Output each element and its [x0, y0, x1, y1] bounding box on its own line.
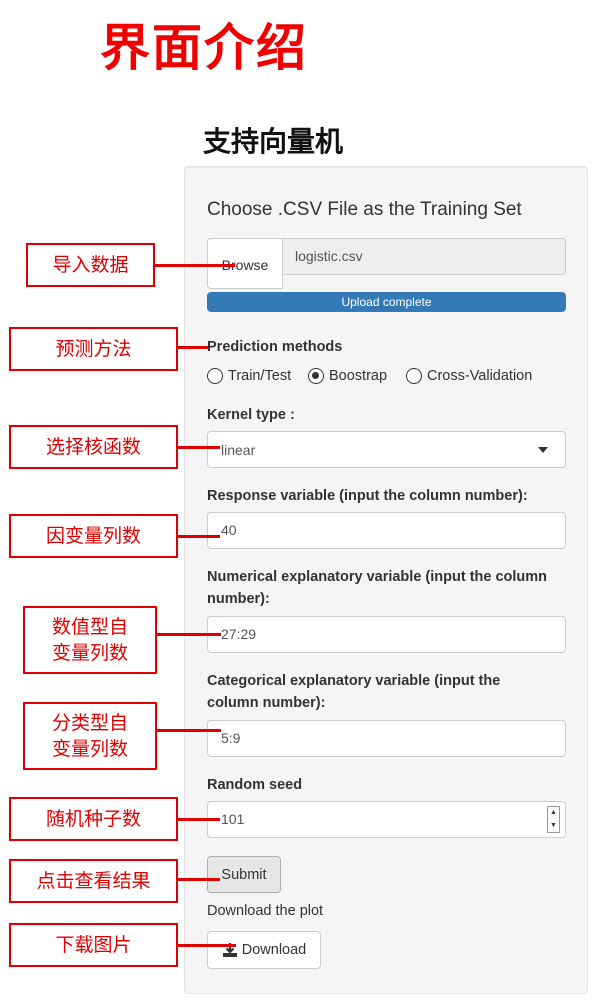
- kernel-label: Kernel type :: [207, 407, 295, 423]
- numerical-label-line2: number):: [207, 591, 270, 607]
- annotation-connector: [178, 446, 220, 449]
- submit-button[interactable]: Submit: [207, 856, 281, 893]
- spinner-up-icon[interactable]: ▲: [550, 807, 557, 819]
- number-spinner[interactable]: ▲ ▼: [547, 806, 560, 833]
- download-label: Download: [241, 942, 307, 958]
- annotation-connector: [157, 729, 221, 732]
- file-heading: Choose .CSV File as the Training Set: [207, 199, 522, 220]
- categorical-label-line1: Categorical explanatory variable (input …: [207, 673, 501, 689]
- response-input[interactable]: 40: [207, 512, 566, 549]
- radio-label: Train/Test: [228, 368, 292, 384]
- annotation-connector: [178, 535, 220, 538]
- annotation-categorical-line1: 分类型自: [51, 712, 128, 734]
- spinner-down-icon[interactable]: ▼: [550, 820, 557, 832]
- seed-input[interactable]: 101 ▲ ▼: [207, 801, 566, 838]
- radio-label: Cross-Validation: [427, 368, 533, 384]
- categorical-input[interactable]: 5:9: [207, 720, 566, 757]
- numerical-label-line1: Numerical explanatory variable (input th…: [207, 569, 548, 585]
- page-title: 界面介绍: [100, 18, 308, 77]
- annotation-categorical-line2: 变量列数: [51, 738, 128, 760]
- radio-circle-selected[interactable]: [308, 368, 324, 384]
- annotation-submit: 点击查看结果: [9, 859, 178, 903]
- annotation-connector: [155, 264, 235, 267]
- annotation-numerical: 数值型自 变量列数: [23, 606, 157, 674]
- numerical-input[interactable]: 27:29: [207, 616, 566, 653]
- annotation-numerical-line2: 变量列数: [51, 642, 128, 664]
- kernel-value: linear: [221, 441, 256, 458]
- file-name-field: logistic.csv: [283, 238, 566, 275]
- chevron-down-icon: [538, 446, 548, 453]
- annotation-response: 因变量列数: [9, 514, 178, 558]
- annotation-connector: [157, 633, 221, 636]
- radio-train-test[interactable]: Train/Test: [207, 368, 291, 384]
- radio-boostrap[interactable]: Boostrap: [308, 368, 387, 384]
- annotation-download: 下载图片: [9, 923, 178, 967]
- seed-value: 101: [221, 811, 245, 827]
- annotation-connector: [178, 878, 220, 881]
- radio-label: Boostrap: [329, 368, 388, 384]
- radio-circle[interactable]: [406, 368, 422, 384]
- annotation-connector: [178, 346, 208, 349]
- annotation-connector: [178, 944, 236, 947]
- seed-label: Random seed: [207, 777, 303, 793]
- kernel-select[interactable]: linear: [207, 431, 566, 468]
- app-title: 支持向量机: [203, 125, 344, 158]
- download-button[interactable]: Download: [207, 931, 321, 969]
- annotation-kernel: 选择核函数: [9, 425, 178, 469]
- annotation-categorical: 分类型自 变量列数: [23, 702, 157, 770]
- annotation-connector: [178, 818, 220, 821]
- annotation-seed: 随机种子数: [9, 797, 178, 841]
- annotation-prediction-method: 预测方法: [9, 327, 178, 371]
- radio-cross-validation[interactable]: Cross-Validation: [406, 368, 532, 384]
- upload-progress-bar: Upload complete: [207, 292, 566, 312]
- response-label: Response variable (input the column numb…: [207, 488, 528, 504]
- prediction-label: Prediction methods: [207, 339, 343, 355]
- annotation-import-data: 导入数据: [26, 243, 155, 287]
- download-caption: Download the plot: [207, 903, 324, 919]
- radio-circle[interactable]: [207, 368, 223, 384]
- categorical-label-line2: column number):: [207, 695, 326, 711]
- annotation-numerical-line1: 数值型自: [51, 616, 128, 638]
